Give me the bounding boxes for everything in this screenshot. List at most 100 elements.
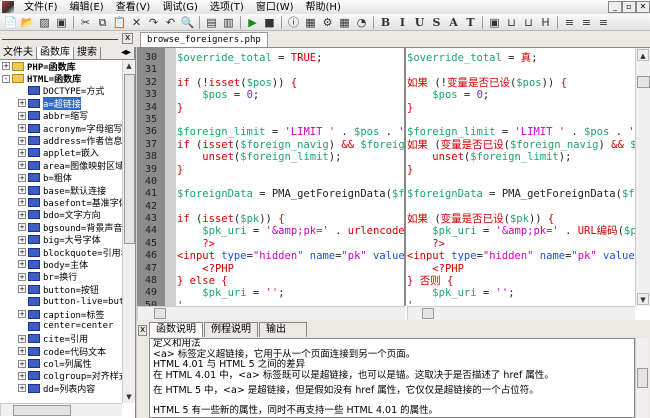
- code-line[interactable]: <?PHP: [407, 263, 635, 275]
- tree-node[interactable]: + bgsound=背景声音: [0, 221, 122, 234]
- tree-node[interactable]: DOCTYPE=方式: [0, 85, 122, 97]
- tree-node[interactable]: + br=换行: [0, 271, 122, 283]
- tab-bottom-panel[interactable]: 函数说明: [149, 322, 203, 337]
- scroll-thumb[interactable]: [637, 76, 650, 88]
- expand-toggle-icon[interactable]: +: [18, 223, 26, 232]
- menu-item[interactable]: 窗口(W): [250, 1, 300, 14]
- toolbar-button-icon[interactable]: 🔍: [179, 15, 196, 30]
- tree-node[interactable]: + a=超链接: [0, 96, 122, 110]
- expand-toggle-icon[interactable]: +: [18, 99, 26, 108]
- toolbar-button-icon[interactable]: ⓘ: [285, 15, 302, 30]
- expand-toggle-icon[interactable]: +: [18, 124, 26, 133]
- menu-item[interactable]: 选项(T): [204, 1, 250, 14]
- toolbar-button-icon[interactable]: ◔: [353, 15, 370, 30]
- tree-node[interactable]: + acronym=字母缩写: [0, 122, 122, 135]
- tab-left-panel[interactable]: 文件夫: [0, 47, 37, 59]
- tree-node[interactable]: + code=代码文本: [0, 345, 122, 358]
- expand-toggle-icon[interactable]: +: [18, 359, 26, 368]
- code-line[interactable]: $foreign_limit = 'LIMIT ' . $pos . ', ' …: [407, 126, 635, 138]
- toolbar-button-icon[interactable]: ✕: [128, 15, 145, 30]
- expand-toggle-icon[interactable]: +: [18, 334, 26, 343]
- code-line[interactable]: [407, 114, 635, 126]
- expand-toggle-icon[interactable]: +: [18, 371, 26, 380]
- expand-toggle-icon[interactable]: +: [18, 161, 26, 170]
- tree-horizontal-scrollbar[interactable]: [0, 403, 122, 416]
- h-scroll-thumb[interactable]: [422, 308, 434, 319]
- tree-node[interactable]: + base=默认连接: [0, 184, 122, 197]
- code-line[interactable]: if (isset($foreign_navig) && $foreign_na…: [177, 139, 404, 151]
- code-line[interactable]: unset($foreign_limit);: [177, 151, 404, 163]
- code-line[interactable]: $foreignData = PMA_getForeignData($forei…: [407, 188, 635, 200]
- toolbar-button-icon[interactable]: S: [428, 15, 445, 30]
- h-scroll-thumb[interactable]: [13, 405, 71, 416]
- toolbar-button-icon[interactable]: ⚙: [319, 15, 336, 30]
- code-editor[interactable]: 30 31 32 33 34 35 36 37 38 39 40 41 42 43 44 45 46 47 48 49…: [137, 47, 650, 320]
- tree-node[interactable]: + b=粗体: [0, 172, 122, 184]
- code-line[interactable]: [407, 64, 635, 76]
- tab-bottom-panel[interactable]: 输出: [259, 322, 307, 337]
- editor-vertical-scrollbar[interactable]: ▲ ▼: [635, 48, 650, 306]
- expand-toggle-icon[interactable]: +: [18, 310, 26, 318]
- panel-gripper[interactable]: [2, 39, 118, 40]
- maximize-button[interactable]: ▫: [622, 1, 636, 13]
- code-line[interactable]: [177, 176, 404, 188]
- description-scrollbar[interactable]: [635, 338, 649, 418]
- tab-left-panel[interactable]: 搜索: [74, 47, 101, 59]
- tree-node[interactable]: + applet=嵌入: [0, 147, 122, 159]
- menu-item[interactable]: 文件(F): [18, 1, 64, 14]
- tree-node[interactable]: + blockquote=引用块: [0, 246, 122, 259]
- toolbar-button-icon[interactable]: ■: [261, 15, 278, 30]
- scroll-up-icon[interactable]: ▲: [123, 60, 135, 72]
- toolbar-button-icon[interactable]: 📋: [111, 15, 128, 30]
- source-code-pane[interactable]: $override_total = TRUE; if (!isset($pos)…: [177, 52, 404, 306]
- toolbar-button-icon[interactable]: ⊔: [520, 15, 537, 30]
- code-line[interactable]: ?>: [407, 238, 635, 250]
- expand-toggle-icon[interactable]: +: [18, 384, 26, 393]
- tree-node[interactable]: center=center: [0, 320, 122, 332]
- code-line[interactable]: $foreign_limit = 'LIMIT ' . $pos . ', ' …: [177, 126, 404, 138]
- expand-toggle-icon[interactable]: +: [18, 248, 26, 257]
- arrow-right-icon[interactable]: ▸: [126, 47, 131, 58]
- left-panel-close-button[interactable]: x: [122, 33, 134, 44]
- expand-toggle-icon[interactable]: +: [2, 62, 10, 71]
- toolbar-button-icon[interactable]: 📂: [19, 15, 36, 30]
- left-horizontal-scrollbar[interactable]: [137, 306, 405, 320]
- tree-node[interactable]: + abbr=缩写: [0, 110, 122, 122]
- toolbar-button-icon[interactable]: ⊔: [503, 15, 520, 30]
- code-line[interactable]: 如果 (!变量是否已设($pos)) {: [407, 77, 635, 89]
- code-line[interactable]: $pos = 0;: [177, 89, 404, 101]
- toolbar-button-icon[interactable]: ↶: [162, 15, 179, 30]
- toolbar-button-icon[interactable]: ▦: [336, 15, 353, 30]
- code-line[interactable]: [407, 176, 635, 188]
- tab-scroll-arrows[interactable]: ◂▸: [118, 47, 135, 59]
- tree-node[interactable]: + big=大号字体: [0, 233, 122, 246]
- app-icon[interactable]: [2, 1, 14, 13]
- right-horizontal-scrollbar[interactable]: [407, 306, 635, 320]
- code-line[interactable]: $override_total = 真;: [407, 52, 635, 64]
- toolbar-button-icon[interactable]: U: [411, 15, 428, 30]
- code-line[interactable]: if (isset($pk)) {: [177, 213, 404, 225]
- h-scroll-thumb[interactable]: [154, 308, 166, 319]
- toolbar-button-icon[interactable]: ▥: [220, 15, 237, 30]
- expand-toggle-icon[interactable]: +: [18, 260, 26, 269]
- tree-node[interactable]: - HTML=函数库: [0, 72, 122, 85]
- toolbar-button-icon[interactable]: ≡: [595, 15, 612, 30]
- toolbar-button-icon[interactable]: B: [377, 15, 394, 30]
- toolbar-button-icon[interactable]: ▶: [244, 15, 261, 30]
- scroll-up-icon[interactable]: ▲: [637, 49, 649, 61]
- tree-node[interactable]: button-live=butt: [0, 295, 122, 307]
- tree-node[interactable]: + colgroup=对齐样式: [0, 370, 122, 382]
- translated-code-pane[interactable]: $override_total = 真; 如果 (!变量是否已设($pos)) …: [407, 52, 635, 306]
- code-line[interactable]: 如果 (变量是否已设($foreign_navig) && $for: [407, 139, 635, 151]
- tree-node[interactable]: + dd=列表内容: [0, 382, 122, 395]
- toolbar-button-icon[interactable]: I: [394, 15, 411, 30]
- tree-node[interactable]: + caption=标签: [0, 308, 122, 321]
- code-line[interactable]: } else {: [177, 275, 404, 287]
- toolbar-button-icon[interactable]: A: [445, 15, 462, 30]
- code-line[interactable]: unset($foreign_limit);: [407, 151, 635, 163]
- code-line[interactable]: $pk_uri = '&amp;pk=' . URL编码($pk);: [407, 225, 635, 237]
- tree-node[interactable]: + body=主体: [0, 258, 122, 271]
- expand-toggle-icon[interactable]: +: [18, 186, 26, 195]
- toolbar-button-icon[interactable]: 📄: [2, 15, 19, 30]
- scroll-thumb[interactable]: [124, 74, 135, 244]
